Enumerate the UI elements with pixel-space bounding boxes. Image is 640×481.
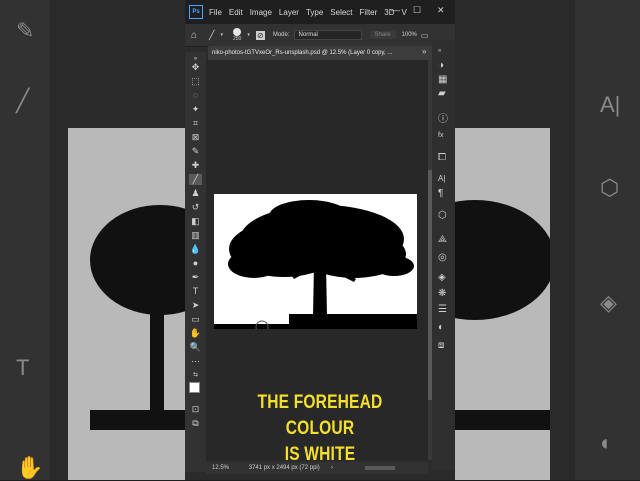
- minimize-button[interactable]: —: [391, 5, 400, 15]
- background-toolstrip-left: [0, 0, 50, 480]
- close-button[interactable]: ✕: [437, 5, 445, 16]
- background-tree-left: [90, 205, 185, 430]
- background-toolstrip-right: [575, 0, 640, 480]
- quick-mask-icon[interactable]: ⊡: [189, 404, 202, 415]
- brush-tip-icon: [233, 28, 242, 36]
- zoom-tool-icon[interactable]: 🔍: [189, 342, 202, 353]
- brush-settings-icon[interactable]: ⊘: [255, 30, 265, 40]
- background-brush-icon: ╱: [16, 88, 30, 113]
- marquee-tool-icon[interactable]: ⬚: [189, 76, 202, 87]
- eraser-tool-icon[interactable]: ◧: [189, 216, 202, 227]
- eyedropper-tool-icon[interactable]: ✎: [189, 146, 202, 157]
- background-cube-icon: ⬡: [600, 175, 620, 200]
- crop-tool-icon[interactable]: ⌗: [189, 118, 202, 129]
- video-caption: THE FOREHEAD COLOUR IS WHITE: [226, 390, 415, 468]
- background-layers-icon: ◈: [600, 290, 617, 315]
- menu-layer[interactable]: Layer: [279, 8, 299, 17]
- clone-source-icon[interactable]: ⧠: [438, 152, 446, 163]
- foreground-color-swatch[interactable]: [189, 382, 200, 393]
- paths-panel-icon[interactable]: ⟁: [438, 234, 447, 245]
- photoshop-logo: Ps: [189, 5, 203, 19]
- swap-colors-icon[interactable]: ⇆: [189, 370, 202, 381]
- chevron-down-icon[interactable]: ▾: [220, 32, 223, 38]
- lasso-tool-icon[interactable]: ◌: [189, 90, 202, 101]
- path-selection-tool-icon[interactable]: ➤: [189, 300, 202, 311]
- frame-tool-icon[interactable]: ⊠: [189, 132, 202, 143]
- type-tool-icon[interactable]: T: [189, 286, 202, 297]
- history-panel-icon[interactable]: ⧈: [438, 340, 444, 351]
- background-character-icon: A|: [600, 92, 621, 117]
- layers-panel-icon[interactable]: ◈: [438, 272, 446, 283]
- tree-silhouette-image: [214, 200, 417, 329]
- image-canvas[interactable]: [214, 194, 417, 329]
- background-hand-icon: ✋: [16, 455, 44, 480]
- blur-tool-icon[interactable]: 💧: [189, 244, 202, 255]
- color-panel-icon[interactable]: ◑: [438, 60, 444, 71]
- background-tree-right: [455, 200, 550, 430]
- share-button[interactable]: Share: [369, 31, 396, 39]
- channels-panel-icon[interactable]: ❋: [438, 288, 446, 299]
- background-eyedropper-icon: ✎: [16, 18, 35, 43]
- zoom-value[interactable]: 100%: [402, 32, 417, 38]
- document-tab-title: niko-photos-tGTVxeOr_Rs-unsplash.psd @ 1…: [212, 50, 393, 56]
- adjustments-panel-icon[interactable]: ☰: [438, 304, 447, 315]
- info-panel-icon[interactable]: ⓘ: [438, 110, 448, 125]
- magic-wand-tool-icon[interactable]: ✦: [189, 104, 202, 115]
- background-adjust-icon: ◐: [600, 430, 614, 455]
- workspace-icon[interactable]: ▭: [421, 31, 429, 40]
- brush-size-dropdown-icon[interactable]: ▾: [247, 32, 250, 38]
- horizontal-scroll-thumb[interactable]: [365, 466, 395, 470]
- swatches-panel-icon[interactable]: ▦: [438, 74, 447, 85]
- edit-toolbar-icon[interactable]: ⋯: [189, 356, 202, 367]
- properties-panel-icon[interactable]: ◎: [438, 252, 447, 263]
- history-brush-tool-icon[interactable]: ↺: [189, 202, 202, 213]
- paragraph-panel-icon[interactable]: ¶: [438, 188, 443, 199]
- 3d-panel-icon[interactable]: ⬡: [438, 210, 447, 221]
- panel-collapse-icon[interactable]: «: [438, 48, 441, 54]
- dodge-tool-icon[interactable]: ●: [189, 258, 202, 269]
- brush-size-picker[interactable]: 250: [233, 28, 241, 42]
- menu-image[interactable]: Image: [250, 8, 272, 17]
- menu-filter[interactable]: Filter: [360, 8, 378, 17]
- menu-bar: Ps File Edit Image Layer Type Select Fil…: [185, 0, 455, 24]
- menu-edit[interactable]: Edit: [229, 8, 243, 17]
- rectangle-tool-icon[interactable]: ▭: [189, 314, 202, 325]
- mode-label: Mode:: [272, 32, 290, 38]
- menu-select[interactable]: Select: [330, 8, 352, 17]
- gradient-tool-icon[interactable]: ▥: [189, 230, 202, 241]
- brush-tool-icon[interactable]: ╱: [189, 174, 202, 185]
- caption-line-1: THE FOREHEAD COLOUR: [257, 392, 383, 439]
- mode-select[interactable]: Normal: [293, 30, 362, 40]
- screen-mode-icon[interactable]: ⧉: [189, 418, 202, 429]
- menu-view[interactable]: V: [402, 8, 407, 17]
- status-arrow-icon[interactable]: ›: [331, 462, 333, 474]
- character-panel-icon[interactable]: A|: [438, 174, 445, 183]
- status-zoom[interactable]: 12.5%: [212, 465, 229, 471]
- menu-type[interactable]: Type: [306, 8, 323, 17]
- pen-tool-icon[interactable]: ✒: [189, 272, 202, 283]
- brush-preset-icon[interactable]: ╱: [209, 30, 214, 41]
- background-type-icon: T: [16, 355, 30, 380]
- fx-panel-icon[interactable]: fx: [438, 132, 443, 139]
- stamp-tool-icon[interactable]: ♟: [189, 188, 202, 199]
- move-tool-icon[interactable]: ✥: [189, 62, 202, 73]
- brush-size-value: 250: [232, 36, 242, 42]
- home-icon[interactable]: ⌂: [191, 30, 197, 41]
- maximize-button[interactable]: ☐: [413, 5, 421, 16]
- hand-tool-icon[interactable]: ✋: [189, 328, 202, 339]
- options-bar: ⌂ ╱ ▾ 250 ▾ ⊘ Mode: Normal Share 100% ▭: [185, 24, 455, 47]
- comments-panel-icon[interactable]: ▰: [438, 88, 446, 99]
- status-dimensions: 3741 px x 2494 px (72 ppi): [248, 465, 320, 471]
- right-panel-strip: « ◑ ▦ ▰ ⓘ fx ⧠ A| ¶ ⬡ ⟁ ◎ ◈ ❋ ☰ ◐ ⧈: [432, 40, 455, 470]
- document-tab[interactable]: niko-photos-tGTVxeOr_Rs-unsplash.psd @ 1…: [208, 46, 434, 60]
- menu-file[interactable]: File: [209, 8, 222, 17]
- tools-panel: » ✥ ⬚ ◌ ✦ ⌗ ⊠ ✎ ✚ ╱ ♟ ↺ ◧ ▥ 💧 ● ✒ T ➤ ▭ …: [185, 52, 206, 472]
- more-tabs-icon[interactable]: »: [422, 47, 426, 56]
- photoshop-window: Ps File Edit Image Layer Type Select Fil…: [185, 0, 455, 480]
- healing-tool-icon[interactable]: ✚: [189, 160, 202, 171]
- adjust-panel-icon[interactable]: ◐: [438, 322, 444, 333]
